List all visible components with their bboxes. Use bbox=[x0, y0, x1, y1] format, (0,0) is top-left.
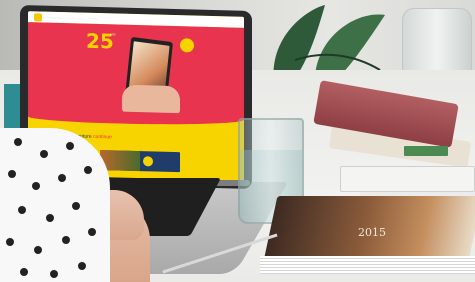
shirt-dot bbox=[50, 270, 58, 278]
magazine-stack bbox=[260, 256, 475, 274]
nav-item: · · · · · · · bbox=[68, 15, 82, 21]
shirt-dot bbox=[8, 170, 16, 178]
person-polka-dot-shirt bbox=[0, 128, 110, 282]
magazine-title: 2015 bbox=[358, 226, 386, 239]
nav-item: · · · · · · · bbox=[48, 15, 62, 20]
shirt-dot bbox=[40, 150, 48, 158]
shirt-dot bbox=[62, 236, 70, 244]
shirt-dot bbox=[20, 268, 28, 276]
site-logo bbox=[34, 12, 42, 22]
white-book bbox=[340, 166, 475, 192]
nav-item: · · · · · bbox=[88, 16, 98, 21]
tagline-highlight: continue bbox=[93, 133, 112, 141]
hero-badge bbox=[180, 38, 194, 53]
shirt-dot bbox=[32, 182, 40, 190]
shirt-dot bbox=[14, 138, 22, 146]
shirt-dot bbox=[6, 238, 14, 246]
shirt-dot bbox=[66, 142, 74, 150]
hero-hands bbox=[122, 84, 180, 115]
shirt-dot bbox=[88, 228, 96, 236]
shirt-dot bbox=[18, 206, 26, 214]
hero-banner: 25 ans bbox=[28, 22, 244, 120]
shirt-dot bbox=[78, 262, 86, 270]
shirt-dot bbox=[84, 166, 92, 174]
desk-photo: · · · · · · · · · · · · · · · · · · · 25… bbox=[0, 0, 475, 282]
promo-button[interactable] bbox=[143, 156, 153, 167]
shirt-dot bbox=[58, 174, 66, 182]
book-label bbox=[404, 146, 448, 156]
shirt-dot bbox=[72, 202, 80, 210]
promo-banner[interactable] bbox=[100, 150, 180, 173]
shirt-dot bbox=[34, 246, 42, 254]
shirt-dot bbox=[46, 214, 54, 222]
